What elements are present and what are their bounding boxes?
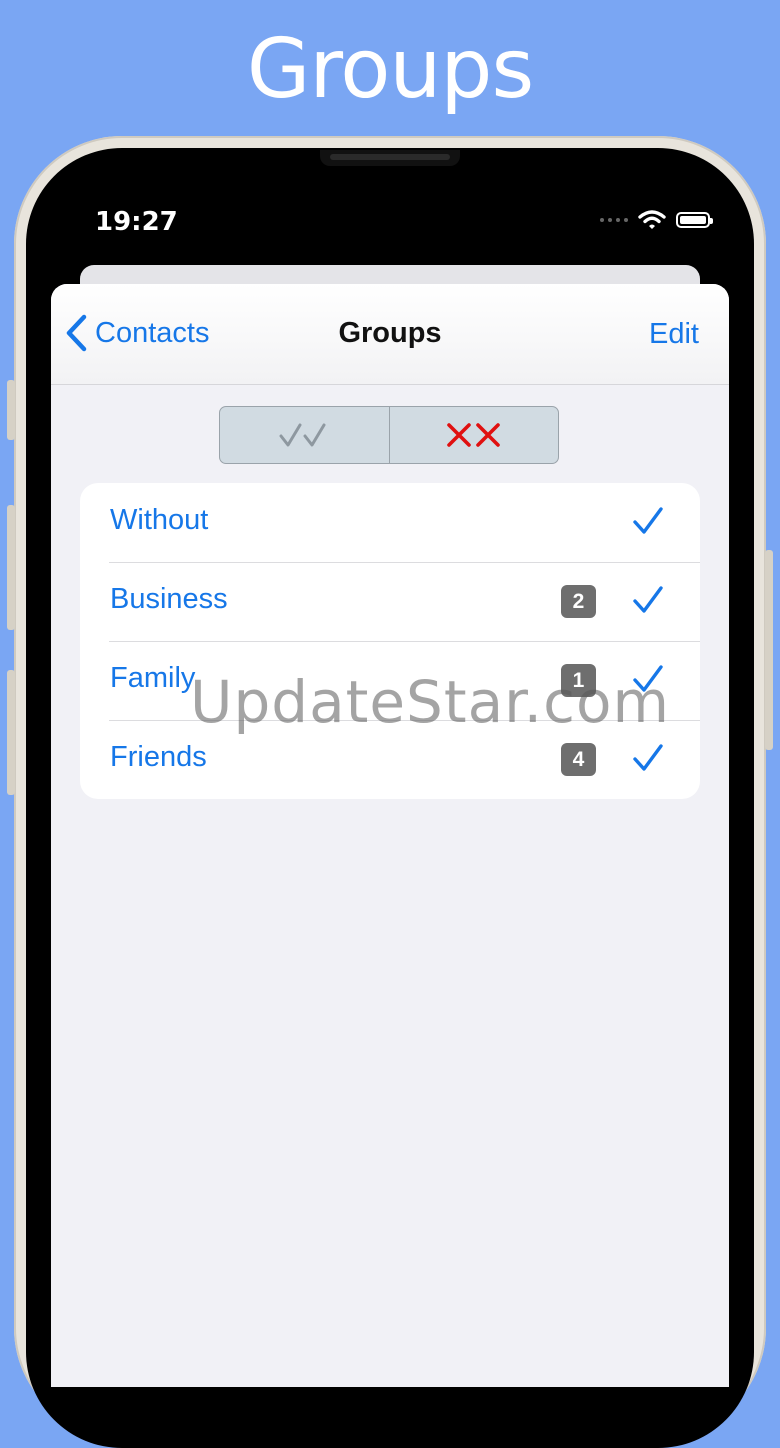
status-time: 19:27 (95, 207, 178, 237)
cellular-dots-icon (600, 218, 628, 222)
member-count-badge: 2 (561, 585, 596, 618)
edit-button[interactable]: Edit (649, 318, 699, 351)
status-icons (600, 210, 713, 230)
deselect-all-segment[interactable] (388, 407, 559, 463)
groups-list: Without Business 2 Family 1 Friends 4 (80, 483, 700, 799)
chevron-left-icon (66, 314, 87, 352)
navigation-bar: Contacts Groups Edit (51, 284, 729, 385)
back-button[interactable]: Contacts (65, 314, 209, 352)
phone-volume-up-button (7, 505, 15, 630)
member-count-badge: 1 (561, 664, 596, 697)
phone-volume-down-button (7, 670, 15, 795)
checkmark-icon (633, 507, 663, 534)
group-row-friends[interactable]: Friends 4 (80, 720, 700, 799)
select-all-segment[interactable] (220, 407, 389, 463)
groups-sheet: Contacts Groups Edit Without Business 2 … (51, 284, 729, 1387)
double-check-icon (279, 423, 326, 447)
phone-power-button (765, 550, 773, 750)
checkmark-icon (633, 744, 663, 771)
group-row-business[interactable]: Business 2 (80, 562, 700, 641)
double-cross-icon (446, 423, 500, 447)
group-label: Without (110, 504, 209, 536)
group-row-without[interactable]: Without (80, 483, 700, 562)
group-label: Family (110, 662, 196, 694)
group-row-family[interactable]: Family 1 (80, 641, 700, 720)
group-label: Friends (110, 741, 207, 773)
group-label: Business (110, 583, 228, 615)
phone-mute-switch (7, 380, 15, 440)
back-button-label: Contacts (95, 316, 210, 349)
selection-segmented-control (219, 406, 559, 464)
phone-notch (320, 150, 460, 166)
member-count-badge: 4 (561, 743, 596, 776)
wifi-icon (638, 210, 666, 229)
promo-title: Groups (246, 22, 534, 117)
battery-icon (676, 212, 713, 228)
checkmark-icon (633, 665, 663, 692)
checkmark-icon (633, 586, 663, 613)
